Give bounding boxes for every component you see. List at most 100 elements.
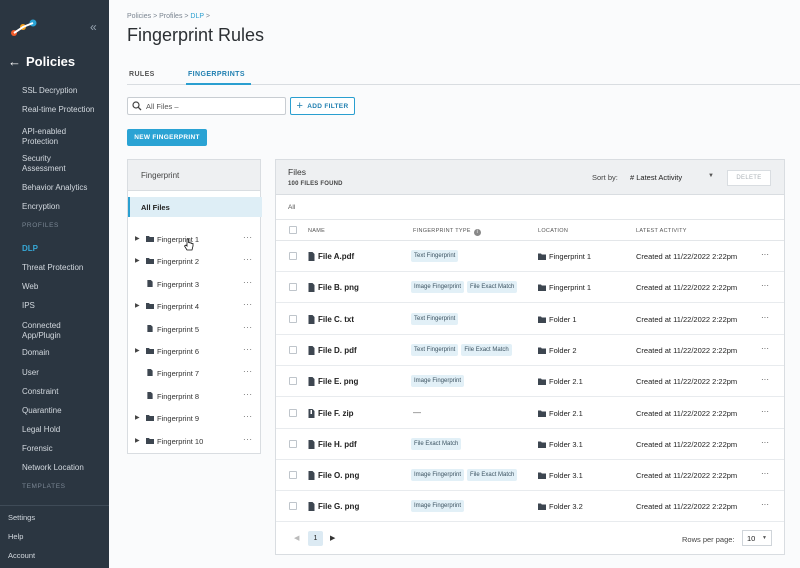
sidebar-item-domain[interactable]: Domain — [0, 348, 50, 358]
more-options-icon[interactable]: ··· — [243, 367, 253, 376]
column-location[interactable]: LOCATION — [538, 228, 568, 234]
more-options-icon[interactable]: ··· — [243, 390, 253, 399]
more-options-icon[interactable]: ··· — [243, 278, 253, 287]
table-row[interactable]: File O. png Image Fingerprint File Exact M… — [276, 460, 784, 492]
fingerprint-tree-item[interactable]: ▶ Fingerprint 6 ··· — [128, 345, 262, 359]
file-name[interactable]: File C. txt — [318, 315, 354, 324]
more-options-icon[interactable]: ··· — [761, 469, 769, 478]
more-options-icon[interactable]: ··· — [761, 250, 769, 259]
fingerprint-tree-item[interactable]: ▶ Fingerprint 10 ··· — [128, 435, 262, 449]
breadcrumb-dlp[interactable]: DLP — [190, 13, 204, 20]
table-row[interactable]: File H. pdf File Exact Match Folder 3.1 Cre… — [276, 429, 784, 460]
info-icon[interactable]: i — [473, 229, 481, 236]
sidebar-item-account[interactable]: Account — [0, 550, 109, 568]
sidebar-item-quarantine[interactable]: Quarantine — [0, 406, 62, 416]
previous-page-icon[interactable]: ◀ — [294, 534, 299, 542]
caret-right-icon[interactable]: ▶ — [135, 414, 140, 421]
fingerprint-tree-item[interactable]: ▶ Fingerprint 4 ··· — [128, 300, 262, 314]
row-checkbox[interactable] — [289, 377, 297, 386]
more-options-icon[interactable]: ··· — [243, 345, 253, 354]
search-input[interactable]: All Files – — [127, 97, 286, 115]
sort-select[interactable]: # Latest Activity ▼ — [626, 170, 718, 185]
sidebar-item-api-enabled-protection[interactable]: API-enabled Protection — [0, 127, 66, 147]
more-options-icon[interactable]: ··· — [761, 281, 769, 290]
sidebar-item-threat-protection[interactable]: Threat Protection — [0, 263, 83, 273]
more-options-icon[interactable]: ··· — [761, 313, 769, 322]
file-name[interactable]: File O. png — [318, 471, 359, 480]
sidebar-item-network-location[interactable]: Network Location — [0, 463, 84, 473]
fingerprint-tree-item[interactable]: Fingerprint 5 ··· — [128, 323, 262, 337]
row-checkbox[interactable] — [289, 408, 297, 417]
tab-fingerprints[interactable]: FINGERPRINTS — [188, 71, 245, 78]
sidebar-item-settings[interactable]: Settings — [0, 512, 109, 531]
more-options-icon[interactable]: ··· — [243, 233, 253, 242]
fingerprint-all-files[interactable]: All Files — [128, 197, 262, 217]
file-name[interactable]: File B. png — [318, 283, 359, 292]
caret-right-icon[interactable]: ▶ — [135, 235, 140, 242]
fingerprint-tree-item[interactable]: Fingerprint 7 ··· — [128, 367, 262, 381]
file-name[interactable]: File D. pdf — [318, 346, 357, 355]
file-name[interactable]: File G. png — [318, 502, 359, 511]
sidebar-item-ssl-decryption[interactable]: SSL Decryption — [0, 86, 77, 96]
table-row[interactable]: File A.pdf Text Fingerprint Fingerprint 1 C… — [276, 241, 784, 272]
delete-button[interactable]: DELETE — [727, 170, 771, 186]
row-checkbox[interactable] — [289, 502, 297, 511]
more-options-icon[interactable]: ··· — [243, 300, 253, 309]
table-row[interactable]: File F. zip — Folder 2.1 Created at 11/22/2… — [276, 398, 784, 429]
add-filter-button[interactable]: + ADD FILTER — [290, 97, 355, 115]
row-checkbox[interactable] — [289, 345, 297, 354]
more-options-icon[interactable]: ··· — [243, 435, 253, 444]
sidebar-item-constraint[interactable]: Constraint — [0, 387, 58, 397]
more-options-icon[interactable]: ··· — [761, 344, 769, 353]
more-options-icon[interactable]: ··· — [761, 375, 769, 384]
next-page-icon[interactable]: ▶ — [330, 534, 335, 542]
sidebar-item-dlp[interactable]: DLP — [0, 244, 38, 254]
sidebar-item-security-assessment[interactable]: Security Assessment — [0, 154, 66, 174]
breadcrumb-path[interactable]: Policies > Profiles > — [127, 13, 190, 20]
files-all-label[interactable]: All — [288, 204, 295, 211]
caret-right-icon[interactable]: ▶ — [135, 302, 140, 309]
sidebar-item-help[interactable]: Help — [0, 531, 109, 550]
fingerprint-tree-item[interactable]: Fingerprint 3 ··· — [128, 278, 262, 292]
sidebar-item-legal-hold[interactable]: Legal Hold — [0, 425, 60, 435]
sidebar-item-forensic[interactable]: Forensic — [0, 444, 53, 454]
caret-right-icon[interactable]: ▶ — [135, 347, 140, 354]
netskope-logo-icon[interactable] — [10, 18, 38, 38]
sidebar-item-ips[interactable]: IPS — [0, 301, 35, 311]
collapse-sidebar-icon[interactable]: « — [90, 20, 97, 34]
table-row[interactable]: File C. txt Text Fingerprint Folder 1 Creat… — [276, 304, 784, 335]
new-fingerprint-button[interactable]: NEW FINGERPRINT — [127, 129, 207, 146]
column-latest-activity[interactable]: LATEST ACTIVITY — [636, 228, 687, 234]
more-options-icon[interactable]: ··· — [761, 438, 769, 447]
fingerprint-tree-item[interactable]: ▶ Fingerprint 2 ··· — [128, 255, 262, 269]
file-name[interactable]: File F. zip — [318, 409, 354, 418]
caret-right-icon[interactable]: ▶ — [135, 437, 140, 444]
tab-rules[interactable]: RULES — [129, 71, 155, 78]
sidebar-item-connected-app-plugin[interactable]: Connected App/Plugin — [0, 321, 61, 341]
table-row[interactable]: File G. png Image Fingerprint Folder 3.2 Cr… — [276, 491, 784, 523]
select-all-checkbox[interactable] — [289, 226, 297, 234]
row-checkbox[interactable] — [289, 314, 297, 323]
column-fingerprint-type-label[interactable]: FINGERPRINT TYPE — [413, 228, 471, 234]
fingerprint-tree-item[interactable]: ▶ Fingerprint 1 ··· — [128, 233, 262, 247]
fingerprint-tree-item[interactable]: Fingerprint 8 ··· — [128, 390, 262, 404]
caret-right-icon[interactable]: ▶ — [135, 257, 140, 264]
more-options-icon[interactable]: ··· — [243, 323, 253, 332]
rows-per-page-select[interactable]: 10 ▼ — [742, 530, 772, 546]
more-options-icon[interactable]: ··· — [243, 412, 253, 421]
column-name[interactable]: NAME — [308, 228, 325, 234]
sidebar-item-behavior-analytics[interactable]: Behavior Analytics — [0, 183, 87, 193]
row-checkbox[interactable] — [289, 252, 297, 260]
more-options-icon[interactable]: ··· — [761, 407, 769, 416]
page-number[interactable]: 1 — [308, 531, 323, 546]
sidebar-item-real-time-protection[interactable]: Real-time Protection — [0, 105, 94, 115]
fingerprint-tree-item[interactable]: ▶ Fingerprint 9 ··· — [128, 412, 262, 426]
table-row[interactable]: File E. png Image Fingerprint Folder 2.1 Cr… — [276, 366, 784, 398]
file-name[interactable]: File E. png — [318, 377, 358, 386]
file-name[interactable]: File H. pdf — [318, 440, 357, 449]
sidebar-item-encryption[interactable]: Encryption — [0, 202, 60, 212]
more-options-icon[interactable]: ··· — [761, 500, 769, 509]
row-checkbox[interactable] — [289, 439, 297, 448]
sidebar-item-web[interactable]: Web — [0, 282, 38, 292]
row-checkbox[interactable] — [289, 471, 297, 480]
